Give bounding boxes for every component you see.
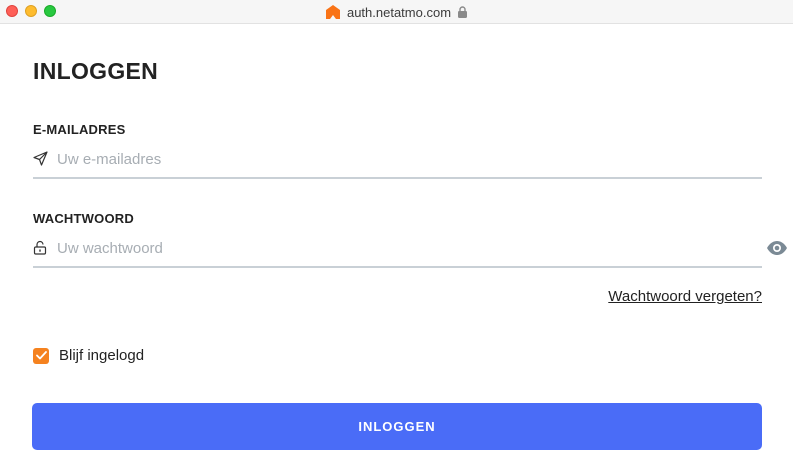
remember-me-checkbox[interactable] xyxy=(33,347,49,364)
unlock-icon xyxy=(33,240,47,255)
password-field[interactable] xyxy=(57,236,737,260)
page-title: INLOGGEN xyxy=(33,58,159,84)
send-icon xyxy=(33,151,48,166)
remember-me-label: Blijf ingelogd xyxy=(59,347,145,364)
email-field-wrapper xyxy=(33,143,762,179)
email-label: E-MAILADRES xyxy=(33,122,126,137)
login-button[interactable]: INLOGGEN xyxy=(32,403,762,450)
eye-icon[interactable] xyxy=(766,240,788,256)
password-field-wrapper xyxy=(33,232,762,268)
email-field[interactable] xyxy=(57,147,737,171)
checkmark-icon xyxy=(35,351,47,360)
netatmo-logo-icon xyxy=(325,4,341,20)
password-label: WACHTWOORD xyxy=(33,211,134,226)
lock-icon xyxy=(457,6,468,18)
remember-me-toggle[interactable]: Blijf ingelogd xyxy=(33,347,144,364)
forgot-password-link[interactable]: Wachtwoord vergeten? xyxy=(608,288,762,305)
address-bar[interactable]: auth.netatmo.com xyxy=(0,0,793,24)
url-text: auth.netatmo.com xyxy=(346,4,452,20)
browser-titlebar: auth.netatmo.com xyxy=(0,0,793,24)
